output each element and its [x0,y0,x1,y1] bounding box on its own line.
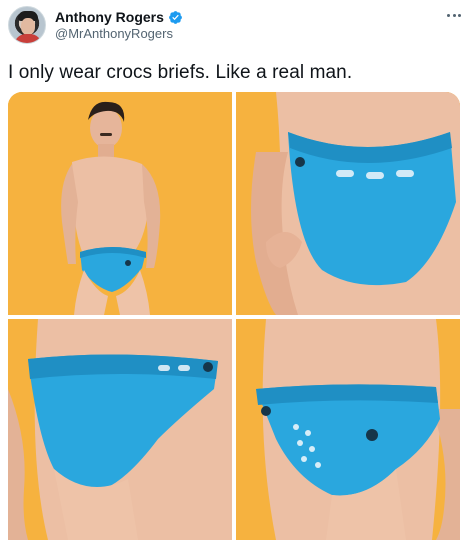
avatar[interactable] [8,6,46,44]
verified-badge-icon [168,11,182,24]
media-photo-1[interactable] [8,92,232,315]
photo-side-closeup-illustration [236,92,460,315]
photo-front-closeup-illustration [236,319,460,540]
avatar-face [21,18,35,35]
tweet-text: I only wear crocs briefs. Like a real ma… [8,62,353,83]
dot [447,13,450,17]
author-handle[interactable]: @MrAnthonyRogers [55,26,173,41]
more-options-icon[interactable] [444,8,464,22]
avatar-shirt [14,34,42,43]
media-photo-4[interactable] [236,319,460,540]
author-name-row: Anthony Rogers [55,9,183,26]
media-photo-3[interactable] [8,319,232,540]
media-photo-2[interactable] [236,92,460,315]
photo-rear-closeup-illustration [8,319,232,540]
dot [458,13,461,17]
dot [452,13,456,17]
author-display-name[interactable]: Anthony Rogers [55,9,164,26]
tweet-card: Anthony Rogers @MrAnthonyRogers I only w… [0,0,472,540]
media-grid [8,92,460,540]
photo-full-body-illustration [8,92,232,315]
